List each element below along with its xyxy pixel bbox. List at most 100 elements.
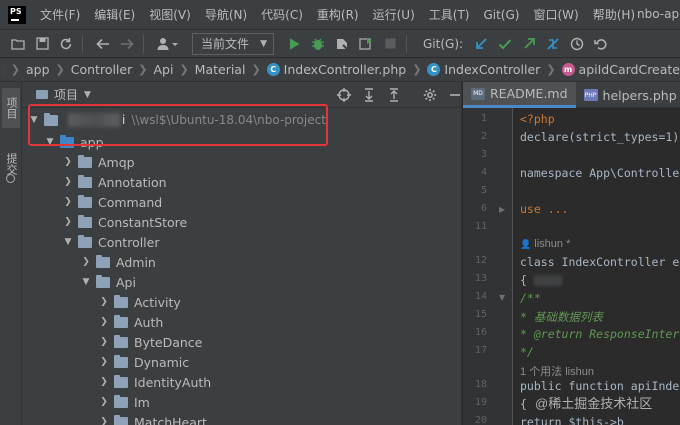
menu-run[interactable]: 运行(U) [373,6,415,23]
navigation-breadcrumb: ❯ app ❯ Controller ❯ Api ❯ Material ❯ C … [0,58,680,82]
run-icon[interactable] [284,34,304,54]
chevron-right-icon[interactable]: ❯ [98,397,110,407]
tree-item-bytedance[interactable]: ❯ ByteDance [22,332,461,352]
chevron-right-icon[interactable]: ❯ [80,257,92,267]
menu-navigate[interactable]: 导航(N) [205,6,247,23]
back-arrow-icon[interactable] [93,34,113,54]
usage-hint-text: 1 个用法 lishun [520,366,594,378]
run-config-select[interactable]: 当前文件 ▼ [192,32,274,55]
code-line: return $this->b [520,415,624,425]
tree-root-row[interactable]: ▼ i \\wsl$\Ubuntu-18.04\nbo-project [22,108,461,132]
project-panel-header: 项目 ▼ [22,82,461,108]
chevron-right-icon[interactable]: ❯ [62,177,74,187]
sync-icon[interactable] [56,34,76,54]
breadcrumb-api[interactable]: Api [153,62,173,77]
breadcrumb-app[interactable]: app [26,62,50,77]
git-commit-icon[interactable] [495,34,515,54]
git-branch-icon[interactable] [543,34,563,54]
tree-item-label: Annotation [98,174,167,190]
save-icon[interactable] [32,34,52,54]
tree-item-activity[interactable]: ❯ Activity [22,292,461,312]
tree-item-constantstore[interactable]: ❯ ConstantStore [22,212,461,232]
breadcrumb-controller[interactable]: Controller [71,62,133,77]
tree-item-label: ByteDance [134,334,203,350]
tree-item-dynamic[interactable]: ❯ Dynamic [22,352,461,372]
project-tool-tab[interactable]: 项目 [2,88,20,128]
folder-open-icon[interactable] [8,34,28,54]
toolbar-divider [406,34,407,53]
menu-edit[interactable]: 编辑(E) [94,6,135,23]
chevron-right-icon[interactable]: ❯ [98,377,110,387]
breadcrumb-file[interactable]: C IndexController.php [266,62,406,77]
chevron-down-icon[interactable]: ▼ [84,90,91,100]
user-icon[interactable] [154,34,182,54]
code-line: { [520,273,562,287]
tree-item-api[interactable]: ▼ Api [22,272,461,292]
tree-item-auth[interactable]: ❯ Auth [22,312,461,332]
menu-git[interactable]: Git(G) [483,8,519,22]
chevron-right-icon[interactable]: ❯ [98,337,110,347]
chevron-right-icon[interactable]: ❯ [62,217,74,227]
chevron-down-icon[interactable]: ▼ [44,137,56,147]
fold-arrow-icon[interactable]: ▶ [499,205,505,214]
menu-refactor[interactable]: 重构(R) [317,6,359,23]
breadcrumb-class-label: IndexController [444,62,541,77]
chevron-right-icon[interactable]: ❯ [98,317,110,327]
menu-view[interactable]: 视图(V) [149,6,191,23]
tree-item-controller[interactable]: ▼ Controller [22,232,461,252]
tree-item-admin[interactable]: ❯ Admin [22,252,461,272]
rollback-icon[interactable] [591,34,611,54]
tree-item-identityauth[interactable]: ❯ IdentityAuth [22,372,461,392]
hide-panel-icon[interactable] [446,86,461,104]
gear-icon[interactable] [421,86,439,104]
project-panel-title[interactable]: 项目 [54,86,78,103]
collapse-all-icon[interactable] [385,86,403,104]
tree-item-amqp[interactable]: ❯ Amqp [22,152,461,172]
chevron-right-icon[interactable]: ❯ [98,357,110,367]
menu-file[interactable]: 文件(F) [40,6,80,23]
tree-item-app[interactable]: ▼ app [22,132,461,152]
expand-all-icon[interactable] [360,86,378,104]
menu-tools[interactable]: 工具(T) [429,6,470,23]
breadcrumb-method[interactable]: m apiIdCardCreate [561,62,680,77]
code-area[interactable]: <?php declare(strict_types=1); namespace… [520,108,680,425]
breadcrumb-separator: ❯ [138,63,148,76]
tree-item-command[interactable]: ❯ Command [22,192,461,212]
line-number: 2 [480,131,487,142]
menu-window[interactable]: 窗口(W) [533,6,578,23]
tab-readme[interactable]: MD README.md [463,82,576,108]
menu-help[interactable]: 帮助(H) [593,6,635,23]
tab-helpers-label: helpers.php [602,87,677,103]
breadcrumb-material[interactable]: Material [195,62,246,77]
forward-arrow-icon[interactable] [117,34,137,54]
chevron-down-icon[interactable]: ▼ [28,115,40,125]
debug-icon[interactable] [308,34,328,54]
tree-item-label: Admin [116,254,156,270]
chevron-right-icon[interactable]: ❯ [98,297,110,307]
tab-helpers[interactable]: PHP helpers.php [576,82,680,108]
tree-item-matchheart[interactable]: ❯ MatchHeart [22,412,461,425]
menu-code[interactable]: 代码(C) [261,6,303,23]
line-number: 5 [480,185,487,196]
author-hint[interactable]: 👤 lishun * [520,238,570,250]
chevron-down-icon[interactable]: ▼ [62,237,74,247]
profile-icon[interactable] [356,34,376,54]
git-push-icon[interactable] [519,34,539,54]
chevron-right-icon[interactable]: ❯ [62,157,74,167]
chevron-right-icon[interactable]: ❯ [98,417,110,425]
tree-item-im[interactable]: ❯ Im [22,392,461,412]
usage-hint[interactable]: 1 个用法 lishun [520,363,594,379]
fold-arrow-icon[interactable]: ▼ [499,293,505,302]
phpstorm-logo-icon[interactable]: PS [8,5,26,24]
chevron-right-icon[interactable]: ❯ [62,197,74,207]
history-icon[interactable] [567,34,587,54]
tree-item-annotation[interactable]: ❯ Annotation [22,172,461,192]
stop-icon[interactable] [380,34,400,54]
tree-item-label: Dynamic [134,354,190,370]
breadcrumb-class[interactable]: C IndexController [427,62,540,77]
line-number: 15 [474,309,487,320]
chevron-down-icon[interactable]: ▼ [80,277,92,287]
locate-icon[interactable] [335,86,353,104]
git-update-icon[interactable] [471,34,491,54]
coverage-icon[interactable] [332,34,352,54]
